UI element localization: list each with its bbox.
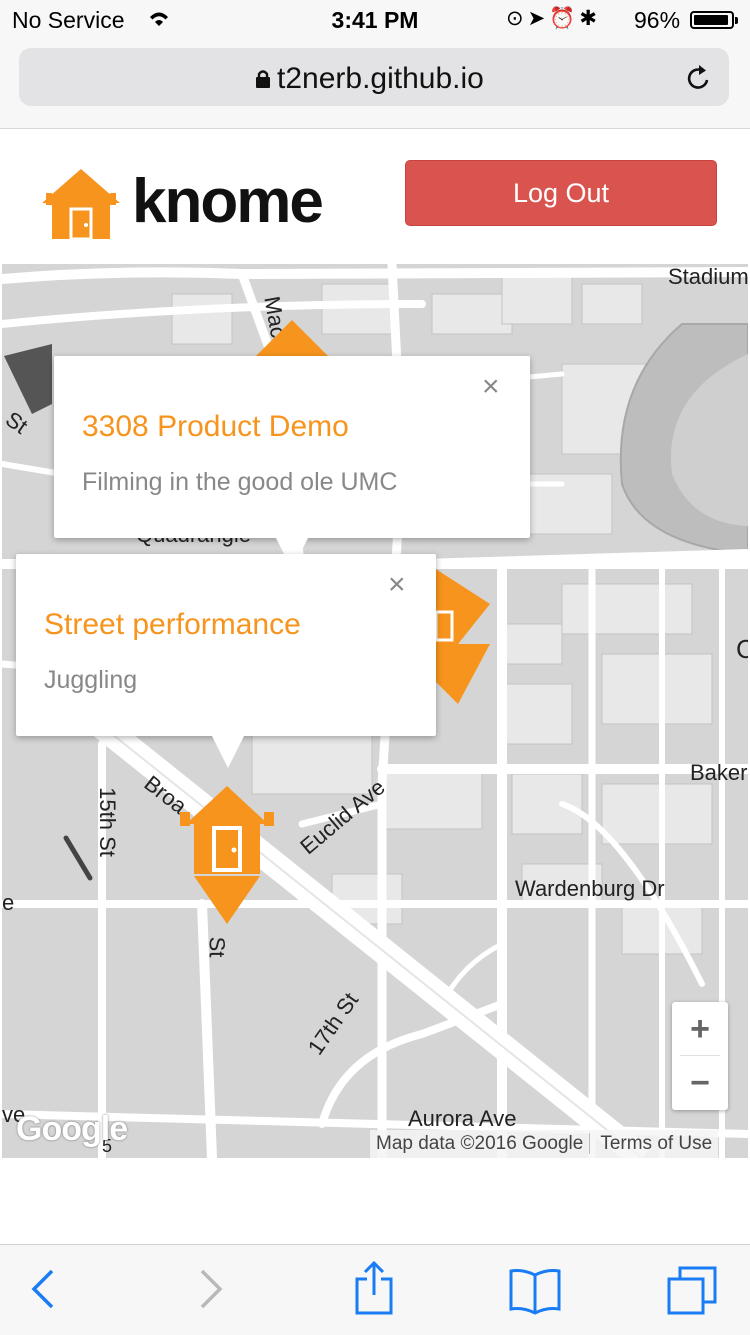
close-icon[interactable]: × [388, 568, 406, 602]
street-label-e: e [2, 890, 15, 915]
browser-address-area: t2nerb.github.io [0, 40, 750, 129]
tabs-icon[interactable] [666, 1265, 718, 1315]
url-text: t2nerb.github.io [277, 62, 484, 95]
battery-percent: 96% [634, 7, 681, 33]
zoom-out-button[interactable]: − [672, 1056, 728, 1110]
address-bar[interactable]: t2nerb.github.io [19, 48, 729, 106]
info-window-title[interactable]: 3308 Product Demo [82, 410, 349, 444]
status-bar: No Service 3:41 PM ⊙➤⏰✱ 96% [0, 0, 750, 40]
bookmarks-icon[interactable] [508, 1267, 562, 1315]
info-window-title[interactable]: Street performance [44, 608, 301, 642]
map-data-label: Map data ©2016 Google [376, 1133, 584, 1154]
logout-button[interactable]: Log Out [405, 160, 717, 226]
terms-of-use-link[interactable]: Terms of Use [589, 1133, 719, 1154]
rotation-lock-icon: ⊙ [506, 7, 528, 30]
street-label-st-bottom: St [204, 936, 230, 958]
info-window-description: Juggling [44, 666, 138, 694]
google-logo: Google [16, 1110, 128, 1148]
map-attribution: Map data ©2016 Google Terms of Use [370, 1130, 719, 1158]
back-icon[interactable] [30, 1267, 56, 1311]
info-window-street-performance: Street performance Juggling × [16, 554, 436, 768]
street-label-c: C [736, 634, 748, 664]
app-logo-text: knome [132, 167, 324, 236]
battery-icon [690, 11, 738, 29]
browser-toolbar [0, 1244, 750, 1335]
event-marker-umc[interactable] [252, 320, 332, 360]
house-logo-icon [42, 169, 120, 241]
event-marker-house-icon[interactable] [178, 784, 276, 924]
info-window-tail [212, 736, 244, 768]
reload-icon[interactable] [685, 63, 713, 93]
bluetooth-icon: ✱ [579, 7, 601, 30]
app-header: knome Log Out [0, 129, 750, 263]
info-window-description: Filming in the good ole UMC [82, 468, 398, 496]
street-label-baker: Baker [690, 760, 748, 785]
map[interactable]: Stadium St Mac Quadrangle C Baker Broa 1… [2, 264, 748, 1158]
lock-icon [256, 70, 270, 88]
alarm-icon: ⏰ [549, 7, 580, 30]
system-icons: ⊙➤⏰✱ [506, 6, 601, 31]
street-label-aurora: Aurora Ave [408, 1106, 517, 1131]
location-arrow-icon: ➤ [527, 7, 550, 30]
event-marker-east[interactable] [428, 564, 490, 704]
zoom-control: + − [672, 1002, 728, 1110]
street-label-stadium: Stadium [668, 264, 748, 289]
street-label-wardenburg: Wardenburg Dr [515, 876, 665, 901]
close-icon[interactable]: × [482, 370, 500, 404]
info-window-product-demo: 3308 Product Demo Filming in the good ol… [54, 356, 530, 570]
share-icon[interactable] [354, 1261, 394, 1315]
street-label-15th-st: 15th St [94, 787, 120, 857]
zoom-in-button[interactable]: + [672, 1002, 728, 1056]
forward-icon[interactable] [198, 1267, 224, 1311]
